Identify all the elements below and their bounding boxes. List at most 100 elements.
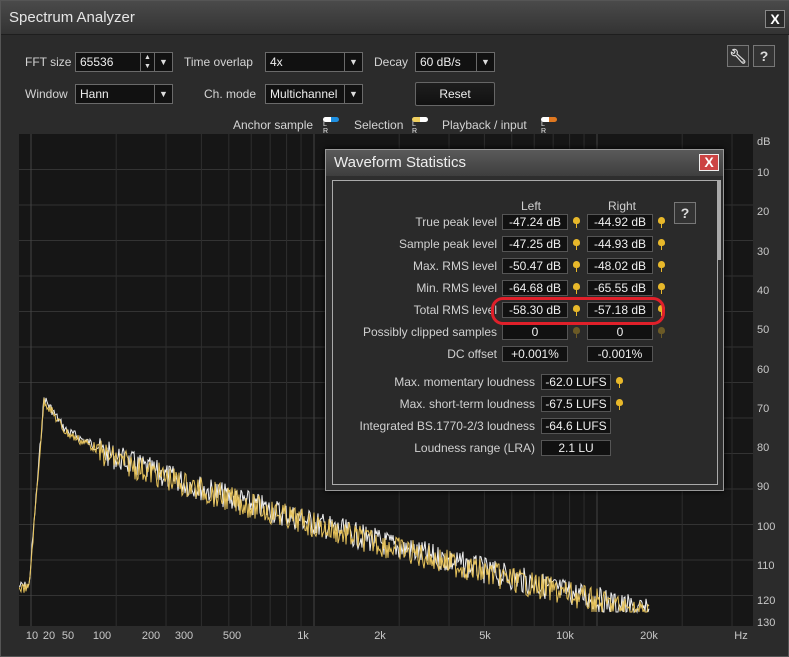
- controls-panel: FFT size 65536 ▲ ▼ ▼ Time overlap 4x ▼ De…: [13, 41, 778, 141]
- dialog-scrollbar[interactable]: [717, 180, 721, 260]
- y-tick-label: 40: [757, 285, 770, 297]
- spin-arrows-icon[interactable]: ▲ ▼: [140, 53, 154, 71]
- y-tick-label: 20: [757, 206, 770, 218]
- fft-size-value: 65536: [80, 55, 114, 69]
- y-tick-label: 80: [757, 442, 770, 454]
- y-tick-label: 30: [757, 246, 770, 258]
- window-value: Hann: [80, 87, 109, 101]
- stat-label: Total RMS level: [413, 303, 497, 317]
- loudness-label: Integrated BS.1770-2/3 loudness: [359, 419, 535, 433]
- loudness-value: -62.0 LUFS: [541, 374, 611, 390]
- pin-icon[interactable]: [616, 399, 623, 410]
- stat-label: Min. RMS level: [416, 281, 497, 295]
- y-axis-unit: dB: [757, 136, 771, 148]
- x-tick-label: 5k: [479, 630, 491, 642]
- x-tick-label: 1k: [297, 630, 309, 642]
- y-tick-label: 50: [757, 324, 770, 336]
- loudness-label: Max. momentary loudness: [394, 375, 535, 389]
- pin-icon[interactable]: [658, 217, 665, 228]
- y-axis: dB 10 20 30 40 50 60 70 80 90 100 110 120 130: [753, 134, 789, 629]
- pin-icon[interactable]: [573, 217, 580, 228]
- stat-value-left: -50.47 dB: [502, 258, 568, 274]
- dialog-close-button[interactable]: X: [699, 154, 719, 171]
- pin-icon[interactable]: [658, 283, 665, 294]
- x-axis: 10 20 50 100 200 300 500 1k 2k 5k 10k 20k Hz: [19, 626, 753, 646]
- chevron-down-icon[interactable]: ▼: [344, 85, 362, 103]
- window-select[interactable]: Hann ▼: [75, 84, 173, 104]
- decay-label: Decay: [374, 55, 409, 69]
- y-tick-label: 70: [757, 403, 770, 415]
- x-tick-label: 100: [92, 630, 112, 642]
- pin-icon[interactable]: [573, 283, 580, 294]
- dialog-help-button[interactable]: ?: [674, 202, 696, 224]
- x-tick-label: 500: [222, 630, 242, 642]
- playback-input-label: Playback / input: [442, 118, 527, 132]
- pin-icon[interactable]: [658, 327, 665, 338]
- fft-size-label: FFT size: [25, 55, 72, 69]
- stat-label: Sample peak level: [398, 237, 497, 251]
- title-bar[interactable]: Spectrum Analyzer X: [1, 1, 789, 35]
- stat-value-right: -48.02 dB: [587, 258, 653, 274]
- wrench-icon[interactable]: 🔧︎: [727, 45, 749, 67]
- pin-icon[interactable]: [573, 261, 580, 272]
- stat-value-left: 0: [502, 324, 568, 340]
- stat-label: Max. RMS level: [412, 259, 497, 273]
- playback-swatch-lr: L R: [541, 121, 550, 135]
- anchor-swatch-lr: L R: [323, 121, 332, 135]
- selection-label: Selection: [354, 118, 404, 132]
- loudness-label: Max. short-term loudness: [399, 397, 535, 411]
- decay-value: 60 dB/s: [420, 55, 461, 69]
- anchor-sample-label: Anchor sample: [233, 118, 314, 132]
- close-button[interactable]: X: [765, 10, 785, 28]
- stat-value-right: -44.92 dB: [587, 214, 653, 230]
- ch-mode-value: Multichannel: [270, 87, 338, 101]
- chevron-down-icon[interactable]: ▼: [344, 53, 362, 71]
- dialog-title-bar[interactable]: Waveform Statistics X: [326, 150, 723, 176]
- stat-label: True peak level: [415, 215, 497, 229]
- dialog-body: Left Right ? True peak level -47.24 dB -…: [332, 180, 718, 485]
- stat-value-left: -47.24 dB: [502, 214, 568, 230]
- window-label: Window: [25, 87, 68, 101]
- x-tick-label: Hz: [734, 630, 748, 642]
- pin-icon[interactable]: [616, 377, 623, 388]
- x-tick-label: 20k: [640, 630, 658, 642]
- time-overlap-select[interactable]: 4x ▼: [265, 52, 363, 72]
- x-tick-label: 300: [174, 630, 194, 642]
- stat-value-left: -47.25 dB: [502, 236, 568, 252]
- time-overlap-label: Time overlap: [184, 55, 253, 69]
- pin-icon[interactable]: [573, 239, 580, 250]
- reset-button[interactable]: Reset: [415, 82, 495, 106]
- chevron-down-icon[interactable]: ▼: [476, 53, 494, 71]
- x-tick-label: 2k: [374, 630, 386, 642]
- pin-icon[interactable]: [573, 327, 580, 338]
- stat-value-right: 0: [587, 324, 653, 340]
- y-tick-label: 90: [757, 481, 770, 493]
- dialog-title: Waveform Statistics: [334, 154, 466, 171]
- decay-select[interactable]: 60 dB/s ▼: [415, 52, 495, 72]
- stat-value-left: +0.001%: [502, 346, 568, 362]
- y-tick-label: 120: [757, 595, 776, 607]
- time-overlap-value: 4x: [270, 55, 283, 69]
- y-tick-label: 130: [757, 617, 776, 629]
- help-button[interactable]: ?: [753, 45, 775, 67]
- chevron-down-icon[interactable]: ▼: [154, 85, 172, 103]
- selection-swatch: L R: [411, 117, 429, 135]
- highlight-annotation: [491, 297, 665, 325]
- stat-value-right: -65.55 dB: [587, 280, 653, 296]
- x-tick-label: 10k: [556, 630, 574, 642]
- stat-label: Possibly clipped samples: [362, 325, 497, 339]
- y-tick-label: 110: [757, 560, 775, 572]
- pin-icon[interactable]: [658, 239, 665, 250]
- column-header-right: Right: [608, 199, 637, 213]
- x-tick-label: 10: [25, 630, 39, 642]
- pin-icon[interactable]: [658, 261, 665, 272]
- y-tick-label: 100: [757, 521, 776, 533]
- stat-label: DC offset: [447, 347, 497, 361]
- ch-mode-select[interactable]: Multichannel ▼: [265, 84, 363, 104]
- x-tick-label: 200: [141, 630, 161, 642]
- stat-value-left: -64.68 dB: [502, 280, 568, 296]
- close-icon: X: [770, 11, 780, 27]
- window-title: Spectrum Analyzer: [9, 9, 135, 26]
- chevron-down-icon[interactable]: ▼: [154, 53, 172, 71]
- fft-size-stepper[interactable]: 65536 ▲ ▼ ▼: [75, 52, 173, 72]
